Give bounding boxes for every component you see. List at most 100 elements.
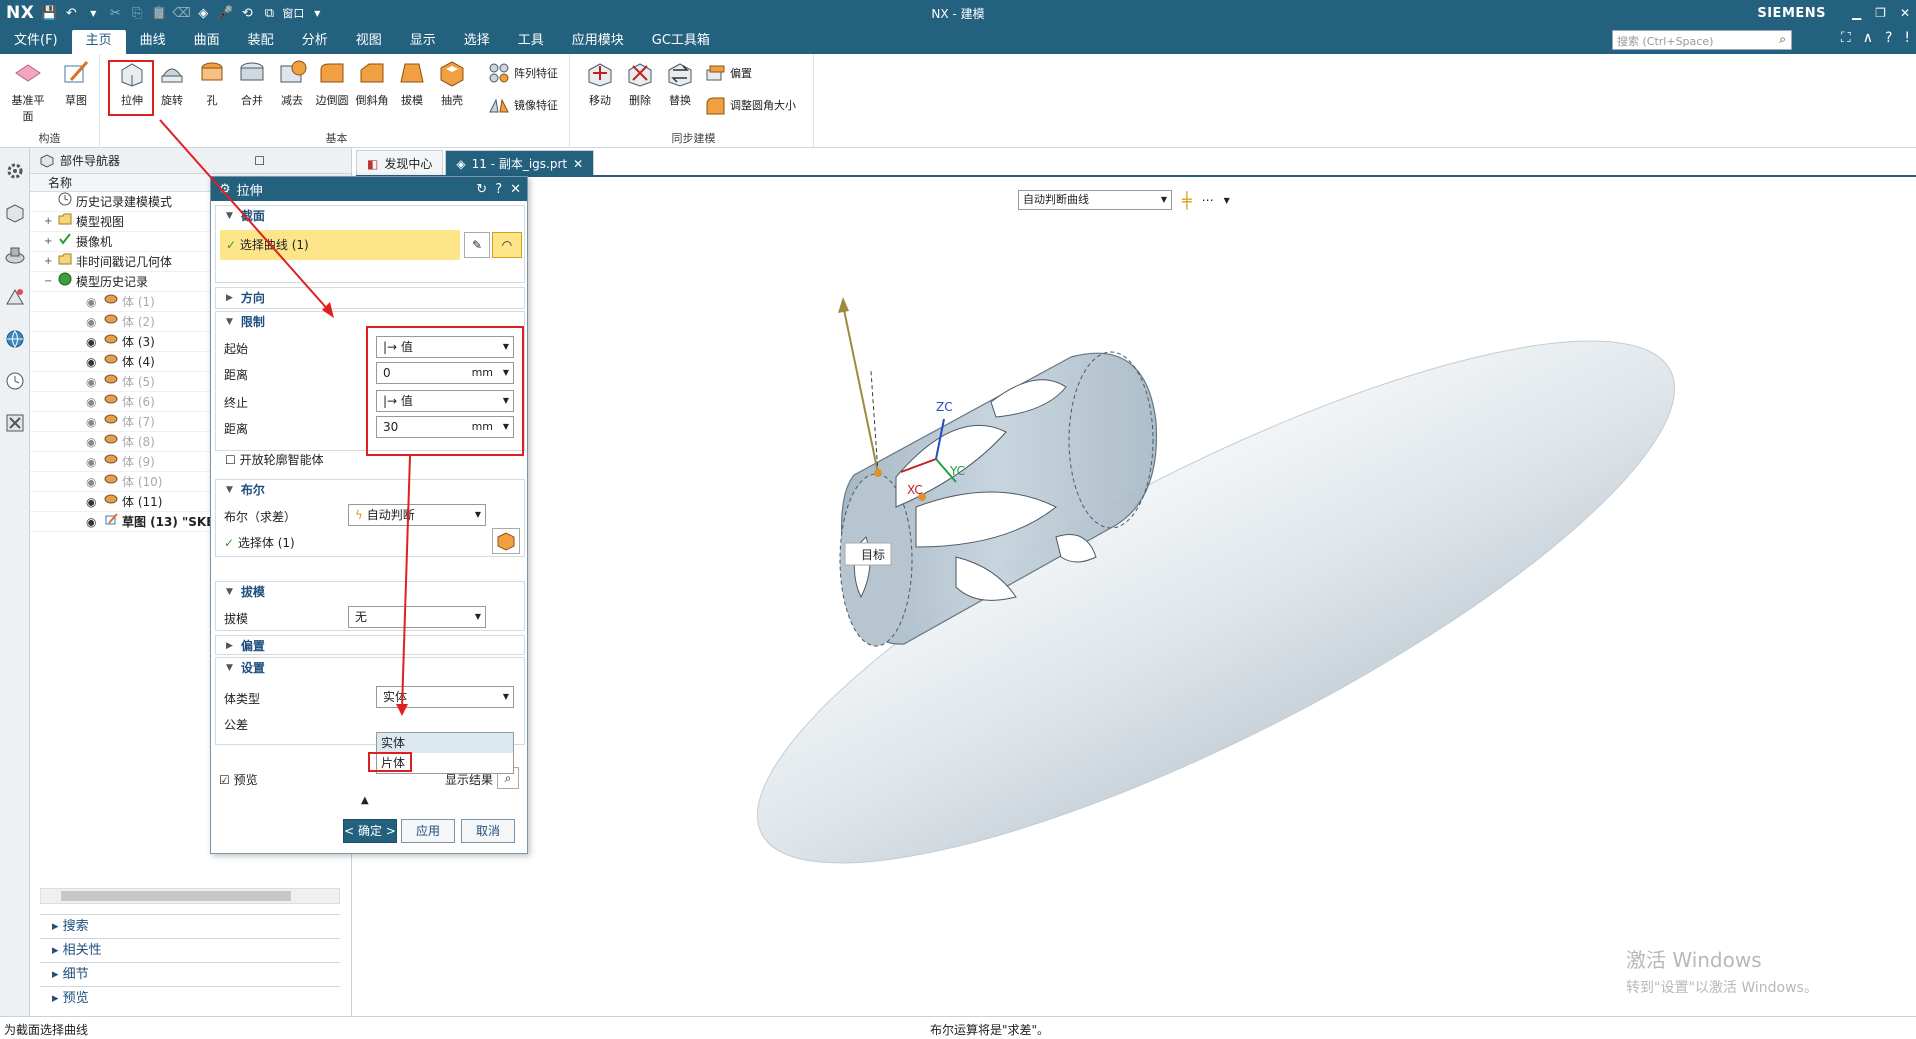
- boolean-header[interactable]: ▼ 布尔: [216, 480, 524, 500]
- visibility-eye-icon[interactable]: ◉: [86, 292, 100, 311]
- boolean-select[interactable]: ϟ 自动判断 ▼: [348, 504, 486, 526]
- open-profile-checkbox[interactable]: ☐ 开放轮廓智能体: [225, 451, 324, 468]
- select-curve-row[interactable]: ✓ 选择曲线 (1): [220, 230, 460, 260]
- chevron-down-icon[interactable]: ▼: [308, 9, 326, 18]
- menu-file[interactable]: 文件(F): [0, 30, 72, 54]
- preview-checkbox[interactable]: ☑ 预览: [219, 771, 258, 788]
- shell-button[interactable]: 抽壳: [432, 58, 472, 108]
- draft-header[interactable]: ▼ 拔模: [216, 582, 524, 602]
- tab-close-icon[interactable]: ✕: [573, 152, 583, 176]
- collapse-ribbon-icon[interactable]: ∧: [1863, 30, 1873, 46]
- undo-icon[interactable]: ↶: [62, 6, 80, 21]
- visibility-eye-icon[interactable]: ◉: [86, 412, 100, 431]
- close-icon[interactable]: ✕: [510, 182, 521, 197]
- selection-icon[interactable]: ◈: [194, 6, 212, 21]
- nav-section-search[interactable]: ▸ 搜索: [40, 914, 340, 938]
- body-type-select[interactable]: 实体 ▼: [376, 686, 514, 708]
- offset-header[interactable]: ▶ 偏置: [216, 636, 524, 656]
- menu-application[interactable]: 应用模块: [558, 30, 638, 54]
- delete-face-button[interactable]: 删除: [620, 58, 660, 108]
- assembly-navigator-icon[interactable]: [4, 244, 26, 266]
- visibility-eye-icon[interactable]: ◉: [86, 392, 100, 411]
- menu-curve[interactable]: 曲线: [126, 30, 180, 54]
- visibility-eye-icon[interactable]: ◉: [86, 492, 100, 511]
- cancel-button[interactable]: 取消: [461, 819, 515, 843]
- sketch-section-button[interactable]: ✎: [464, 232, 490, 258]
- visibility-eye-icon[interactable]: ◉: [86, 372, 100, 391]
- minimize-button[interactable]: ▁: [1852, 6, 1861, 20]
- collapse-arrow-icon[interactable]: ▲: [361, 795, 369, 806]
- menu-analysis[interactable]: 分析: [288, 30, 342, 54]
- web-browser-icon[interactable]: [4, 328, 26, 350]
- snap-point-icon[interactable]: ╪: [1182, 191, 1192, 210]
- menu-home[interactable]: 主页: [71, 30, 126, 54]
- maximize-panel-icon[interactable]: ☐: [254, 154, 265, 168]
- menu-display[interactable]: 显示: [396, 30, 450, 54]
- gear-icon[interactable]: [4, 160, 26, 182]
- move-face-button[interactable]: 移动: [580, 58, 620, 108]
- constraint-navigator-icon[interactable]: [4, 286, 26, 308]
- settings-header[interactable]: ▼ 设置: [216, 658, 524, 678]
- visibility-eye-icon[interactable]: ◉: [86, 332, 100, 351]
- menu-assembly[interactable]: 装配: [234, 30, 288, 54]
- offset-face-button[interactable]: 偏置: [704, 62, 752, 84]
- draft-select[interactable]: 无 ▼: [348, 606, 486, 628]
- command-search-input[interactable]: 搜索 (Ctrl+Space): [1612, 30, 1792, 50]
- menu-tools[interactable]: 工具: [504, 30, 558, 54]
- direction-header[interactable]: ▶ 方向: [216, 288, 524, 308]
- cut-icon[interactable]: ✂: [106, 6, 124, 21]
- subtract-button[interactable]: 减去: [272, 58, 312, 108]
- info-icon[interactable]: !: [1904, 30, 1910, 46]
- graphics-viewport[interactable]: ZC XC YC 目标 X Y: [322, 177, 1916, 1016]
- microphone-icon[interactable]: 🎤: [216, 6, 234, 21]
- sketch-button[interactable]: 草图: [56, 58, 96, 108]
- close-button[interactable]: ✕: [1900, 6, 1910, 20]
- curve-rule-select[interactable]: 自动判断曲线: [1018, 190, 1172, 210]
- menu-gc-toolbox[interactable]: GC工具箱: [638, 30, 724, 54]
- expand-toggle-icon[interactable]: −: [44, 272, 54, 291]
- visibility-eye-icon[interactable]: ◉: [86, 512, 100, 531]
- menu-view[interactable]: 视图: [342, 30, 396, 54]
- nav-section-dependencies[interactable]: ▸ 相关性: [40, 938, 340, 962]
- nav-section-details[interactable]: ▸ 细节: [40, 962, 340, 986]
- hole-button[interactable]: 孔: [192, 58, 232, 108]
- visibility-eye-icon[interactable]: ◉: [86, 352, 100, 371]
- visibility-eye-icon[interactable]: ◉: [86, 452, 100, 471]
- part-navigator-icon[interactable]: [4, 202, 26, 224]
- revolve-button[interactable]: 旋转: [152, 58, 192, 108]
- help-icon[interactable]: ?: [495, 182, 502, 197]
- section-header[interactable]: ▼ 截面: [216, 206, 524, 226]
- mirror-feature-button[interactable]: 镜像特征: [488, 94, 558, 116]
- scrollbar-thumb[interactable]: [61, 891, 291, 901]
- tab-discovery-center[interactable]: ◧ 发现中心: [356, 150, 444, 176]
- copy-icon[interactable]: ⎘: [128, 6, 146, 21]
- edge-blend-button[interactable]: 边倒圆: [312, 58, 352, 108]
- select-body-row[interactable]: ✓ 选择体 (1): [224, 534, 295, 551]
- replace-face-button[interactable]: 替换: [660, 58, 700, 108]
- maximize-button[interactable]: ❐: [1875, 6, 1886, 20]
- menu-select[interactable]: 选择: [450, 30, 504, 54]
- menu-surface[interactable]: 曲面: [180, 30, 234, 54]
- tools-icon[interactable]: [4, 412, 26, 434]
- chamfer-button[interactable]: 倒斜角: [352, 58, 392, 108]
- paste-icon[interactable]: 📋: [150, 6, 168, 21]
- target-tag[interactable]: 目标: [844, 542, 892, 566]
- search-icon[interactable]: ⌕: [1779, 32, 1786, 47]
- visibility-eye-icon[interactable]: ◉: [86, 472, 100, 491]
- pattern-feature-button[interactable]: 阵列特征: [488, 62, 558, 84]
- visibility-eye-icon[interactable]: ◉: [86, 312, 100, 331]
- window-switch-icon[interactable]: ⧉: [260, 6, 278, 21]
- save-icon[interactable]: 💾: [40, 6, 58, 21]
- expand-toggle-icon[interactable]: +: [44, 232, 54, 251]
- fullscreen-icon[interactable]: ⛶: [1841, 30, 1851, 46]
- expand-toggle-icon[interactable]: +: [44, 252, 54, 271]
- datum-plane-button[interactable]: 基准平面: [8, 58, 48, 124]
- resize-blend-button[interactable]: 调整圆角大小: [704, 94, 796, 116]
- help-icon[interactable]: ?: [1885, 30, 1892, 46]
- curve-select-button[interactable]: ◠: [492, 232, 522, 258]
- rotate-icon[interactable]: ⟲: [238, 6, 256, 21]
- window-menu[interactable]: 窗口: [282, 5, 304, 21]
- ok-button[interactable]: < 确定 >: [343, 819, 397, 843]
- tab-part-file[interactable]: ◈ 11 - 副本_igs.prt ✕: [445, 150, 595, 176]
- model-canvas[interactable]: ZC XC YC 目标 X Y: [322, 177, 1916, 1016]
